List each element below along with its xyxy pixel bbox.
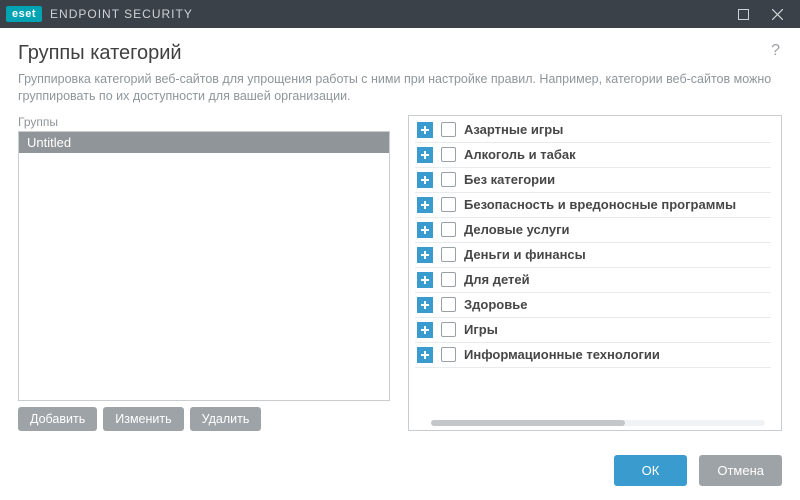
expand-icon[interactable] — [417, 347, 433, 363]
category-label: Игры — [464, 322, 498, 337]
categories-column: Азартные игры Алкоголь и табак Без категор… — [408, 115, 782, 431]
ok-button[interactable]: ОК — [614, 455, 688, 486]
expand-icon[interactable] — [417, 322, 433, 338]
expand-icon[interactable] — [417, 172, 433, 188]
category-checkbox[interactable] — [441, 122, 456, 137]
expand-icon[interactable] — [417, 222, 433, 238]
help-icon[interactable]: ? — [771, 42, 780, 60]
horizontal-scrollbar-thumb[interactable] — [431, 420, 625, 426]
window-maximize-button[interactable] — [726, 0, 760, 28]
category-checkbox[interactable] — [441, 297, 456, 312]
horizontal-scrollbar[interactable] — [431, 420, 765, 426]
category-checkbox[interactable] — [441, 172, 456, 187]
groups-buttons: Добавить Изменить Удалить — [18, 407, 390, 431]
category-row: Игры — [415, 318, 771, 343]
groups-label: Группы — [18, 115, 390, 129]
category-checkbox[interactable] — [441, 322, 456, 337]
category-row: Деньги и финансы — [415, 243, 771, 268]
cancel-button[interactable]: Отмена — [699, 455, 782, 486]
dialog-footer: ОК Отмена — [0, 445, 800, 500]
page-description: Группировка категорий веб-сайтов для упр… — [18, 71, 782, 105]
category-label: Алкоголь и табак — [464, 147, 576, 162]
category-label: Деньги и финансы — [464, 247, 586, 262]
category-label: Для детей — [464, 272, 530, 287]
category-checkbox[interactable] — [441, 247, 456, 262]
groups-list-item[interactable]: Untitled — [19, 132, 389, 153]
category-row: Без категории — [415, 168, 771, 193]
category-label: Здоровье — [464, 297, 527, 312]
expand-icon[interactable] — [417, 247, 433, 263]
brand: eset ENDPOINT SECURITY — [6, 6, 193, 22]
expand-icon[interactable] — [417, 147, 433, 163]
brand-product: ENDPOINT SECURITY — [50, 7, 193, 21]
category-row: Информационные технологии — [415, 343, 771, 368]
title-bar: eset ENDPOINT SECURITY — [0, 0, 800, 28]
category-row: Здоровье — [415, 293, 771, 318]
delete-button[interactable]: Удалить — [190, 407, 262, 431]
page-title: Группы категорий — [18, 42, 782, 65]
content-area: ? Группы категорий Группировка категорий… — [0, 28, 800, 445]
category-label: Деловые услуги — [464, 222, 569, 237]
groups-column: Группы Untitled Добавить Изменить Удалит… — [18, 115, 390, 431]
category-checkbox[interactable] — [441, 147, 456, 162]
category-label: Информационные технологии — [464, 347, 660, 362]
category-label: Без категории — [464, 172, 555, 187]
expand-icon[interactable] — [417, 122, 433, 138]
category-checkbox[interactable] — [441, 347, 456, 362]
columns: Группы Untitled Добавить Изменить Удалит… — [18, 115, 782, 431]
window-close-button[interactable] — [760, 0, 794, 28]
category-label: Безопасность и вредоносные программы — [464, 197, 736, 212]
expand-icon[interactable] — [417, 272, 433, 288]
brand-logo: eset — [6, 6, 42, 22]
edit-button[interactable]: Изменить — [103, 407, 183, 431]
category-row: Для детей — [415, 268, 771, 293]
add-button[interactable]: Добавить — [18, 407, 97, 431]
category-row: Алкоголь и табак — [415, 143, 771, 168]
category-checkbox[interactable] — [441, 222, 456, 237]
categories-panel: Азартные игры Алкоголь и табак Без категор… — [408, 115, 782, 431]
app-window: eset ENDPOINT SECURITY ? Группы категори… — [0, 0, 800, 500]
groups-list[interactable]: Untitled — [18, 131, 390, 401]
category-row: Деловые услуги — [415, 218, 771, 243]
expand-icon[interactable] — [417, 297, 433, 313]
category-checkbox[interactable] — [441, 197, 456, 212]
expand-icon[interactable] — [417, 197, 433, 213]
category-row: Азартные игры — [415, 122, 771, 143]
category-checkbox[interactable] — [441, 272, 456, 287]
category-row: Безопасность и вредоносные программы — [415, 193, 771, 218]
category-label: Азартные игры — [464, 122, 563, 137]
categories-scroll[interactable]: Азартные игры Алкоголь и табак Без категор… — [415, 122, 777, 424]
